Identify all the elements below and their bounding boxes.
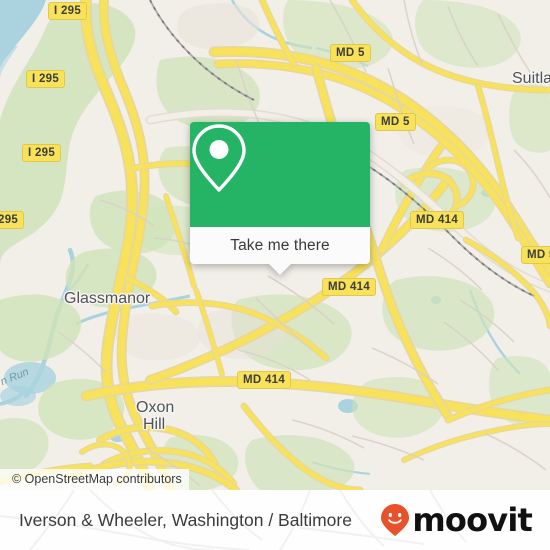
location-popup[interactable]: Take me there	[190, 122, 370, 275]
popup-tail	[269, 264, 291, 275]
highway-shield-295-clipped: 295	[0, 211, 25, 229]
highway-shield-md5-east: MD 5	[521, 246, 550, 264]
footer-bar: Iverson & Wheeler, Washington / Baltimor…	[0, 490, 550, 550]
moovit-brand[interactable]: moovit	[380, 501, 533, 539]
highway-shield-i295-mid: I 295	[22, 144, 62, 162]
popup-footer[interactable]: Take me there	[190, 227, 370, 275]
moovit-smiley-pin-icon	[381, 504, 410, 536]
highway-shield-i295-top: I 295	[48, 2, 88, 20]
moovit-wordmark: moovit	[412, 501, 532, 539]
map-attribution[interactable]: © OpenStreetMap contributors	[0, 469, 189, 490]
highway-shield-md5-top: MD 5	[330, 44, 371, 62]
stop-title: Iverson & Wheeler, Washington / Baltimor…	[19, 509, 352, 530]
highway-shield-md414-mid: MD 414	[322, 278, 377, 296]
highway-shield-i295-upper: I 295	[26, 70, 66, 88]
map-screenshot: Suitland Glassmanor Oxon Hill n Run I 29…	[0, 0, 550, 550]
highway-shield-md5-upper: MD 5	[375, 113, 416, 131]
highway-shield-md414-sw: MD 414	[237, 371, 292, 389]
take-me-there-label: Take me there	[230, 236, 330, 254]
highway-shield-md414-ne: MD 414	[410, 211, 465, 229]
map-canvas[interactable]: Suitland Glassmanor Oxon Hill n Run I 29…	[0, 0, 550, 490]
map-pin-icon	[192, 124, 246, 192]
popup-header	[190, 122, 370, 227]
